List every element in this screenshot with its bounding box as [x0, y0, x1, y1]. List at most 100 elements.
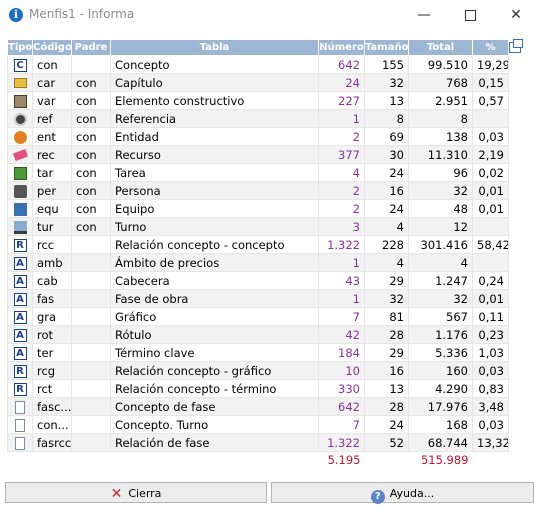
cell-numero: 1.322 — [318, 235, 365, 254]
cell-tabla: Entidad — [110, 127, 319, 146]
cell-tabla: Elemento constructivo — [110, 91, 319, 110]
row-spacer — [508, 199, 517, 218]
letter-a-icon: A — [13, 310, 27, 324]
cell-codigo: ter — [32, 343, 72, 362]
cell-tipo: C — [7, 55, 33, 74]
table-row[interactable]: rec con Recurso 377 30 11.310 2,19 — [7, 145, 517, 164]
cell-total: 160 — [408, 361, 473, 380]
table-row[interactable]: con... Concepto. Turno 7 24 168 0,03 — [7, 415, 517, 434]
cell-tabla: Turno — [110, 217, 319, 236]
table-row[interactable]: Aamb Ámbito de precios 1 4 4 — [7, 253, 517, 272]
cell-padre — [71, 343, 111, 362]
equipment-icon — [13, 202, 27, 216]
help-button-label: Ayuda... — [389, 487, 435, 500]
close-button[interactable]: ✕ Cierra — [5, 482, 267, 503]
cell-tamano: 24 — [364, 163, 409, 182]
window-title: Menfis1 - Informa — [29, 7, 135, 21]
table-row[interactable]: Ater Término clave 184 29 5.336 1,03 — [7, 343, 517, 362]
cell-numero: 7 — [318, 307, 365, 326]
cell-pct: 1,03 — [472, 343, 509, 362]
cell-total: 11.310 — [408, 145, 473, 164]
col-header-numero[interactable]: Número — [318, 39, 365, 56]
table-row[interactable]: Rrct Relación concepto - término 330 13 4.29… — [7, 379, 517, 398]
cell-pct — [472, 217, 509, 236]
letter-r-icon: R — [13, 382, 27, 396]
table-row[interactable]: fasrcc Relación de fase 1.322 52 68.744 13,32 — [7, 433, 517, 452]
cell-tipo — [7, 181, 33, 200]
folder-icon — [13, 78, 27, 88]
table-row[interactable]: per con Persona 2 16 32 0,01 — [7, 181, 517, 200]
table-row[interactable]: tur con Turno 3 4 12 — [7, 217, 517, 236]
cell-tipo: A — [7, 289, 33, 308]
close-window-button[interactable]: ✕ — [496, 0, 536, 30]
cell-tabla: Persona — [110, 181, 319, 200]
col-header-tabla[interactable]: Tabla — [110, 39, 319, 56]
cell-tipo — [7, 199, 33, 218]
cell-tamano: 13 — [364, 379, 409, 398]
people-icon — [13, 130, 27, 144]
cell-numero: 1 — [318, 253, 365, 272]
table-row[interactable]: Rrcg Relación concepto - gráfico 10 16 160 0,… — [7, 361, 517, 380]
shift-icon — [13, 220, 27, 234]
page-icon — [15, 400, 25, 414]
col-header-padre[interactable]: Padre — [71, 39, 111, 56]
col-header-pct[interactable]: % — [472, 39, 509, 56]
cell-codigo: tur — [32, 217, 72, 236]
row-spacer — [508, 289, 517, 308]
cell-padre — [71, 55, 111, 74]
cell-tamano: 16 — [364, 181, 409, 200]
row-spacer — [508, 73, 517, 92]
cell-pct: 0,03 — [472, 127, 509, 146]
cell-pct: 0,23 — [472, 325, 509, 344]
table-row[interactable]: Rrcc Relación concepto - concepto 1.322 228… — [7, 235, 517, 254]
close-button-label: Cierra — [128, 487, 162, 500]
cell-tamano: 30 — [364, 145, 409, 164]
row-spacer — [508, 109, 517, 128]
cell-tamano: 24 — [364, 199, 409, 218]
cell-numero: 377 — [318, 145, 365, 164]
table-row[interactable]: Acab Cabecera 43 29 1.247 0,24 — [7, 271, 517, 290]
letter-r-icon: R — [13, 364, 27, 378]
table-row[interactable]: Agra Gráfico 7 81 567 0,11 — [7, 307, 517, 326]
table-row[interactable]: car con Capítulo 24 32 768 0,15 — [7, 73, 517, 92]
table-row[interactable]: tar con Tarea 4 24 96 0,02 — [7, 163, 517, 182]
table-row[interactable]: Afas Fase de obra 1 32 32 0,01 — [7, 289, 517, 308]
cell-tipo — [7, 73, 33, 92]
cell-tipo: A — [7, 325, 33, 344]
popout-button[interactable] — [508, 38, 523, 56]
col-header-codigo[interactable]: Código — [32, 39, 72, 56]
cell-tipo: R — [7, 379, 33, 398]
col-header-tamano[interactable]: Tamaño — [364, 39, 409, 56]
cell-numero: 7 — [318, 415, 365, 434]
cell-pct: 0,01 — [472, 289, 509, 308]
cell-tabla: Capítulo — [110, 73, 319, 92]
table-row[interactable]: Ccon Concepto 642 155 99.510 19,29 — [7, 55, 517, 74]
info-icon: i — [9, 8, 23, 22]
maximize-button[interactable] — [450, 0, 490, 30]
cell-numero: 2 — [318, 199, 365, 218]
col-header-tipo[interactable]: Tipo — [7, 39, 33, 56]
table-row[interactable]: var con Elemento constructivo 227 13 2.951 0,5… — [7, 91, 517, 110]
cell-tamano: 81 — [364, 307, 409, 326]
page-icon — [15, 418, 25, 432]
cell-tabla: Relación concepto - gráfico — [110, 361, 319, 380]
table-row[interactable]: ent con Entidad 2 69 138 0,03 — [7, 127, 517, 146]
help-button[interactable]: ? Ayuda... — [271, 482, 534, 504]
table-row[interactable]: fasc... Concepto de fase 642 28 17.976 3,48 — [7, 397, 517, 416]
cell-padre — [71, 271, 111, 290]
col-header-total[interactable]: Total — [408, 39, 473, 56]
table-row[interactable]: ref con Referencia 1 8 8 — [7, 109, 517, 128]
row-spacer — [508, 235, 517, 254]
cell-tabla: Relación de fase — [110, 433, 319, 452]
table-row[interactable]: Arot Rótulo 42 28 1.176 0,23 — [7, 325, 517, 344]
cell-tamano: 69 — [364, 127, 409, 146]
cell-total: 8 — [408, 109, 473, 128]
cell-total: 32 — [408, 181, 473, 200]
cell-pct: 0,83 — [472, 379, 509, 398]
cell-padre — [71, 325, 111, 344]
minimize-button[interactable]: — — [404, 0, 444, 30]
eraser-icon — [12, 149, 28, 161]
cell-total: 96 — [408, 163, 473, 182]
cell-tabla: Relación concepto - concepto — [110, 235, 319, 254]
table-row[interactable]: equ con Equipo 2 24 48 0,01 — [7, 199, 517, 218]
